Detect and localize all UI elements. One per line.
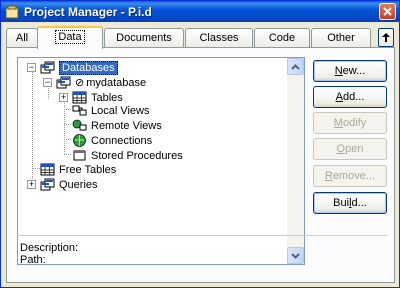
tree-node-local-views[interactable]: Local Views — [72, 103, 150, 118]
close-icon — [383, 7, 392, 16]
tree-node-stored-procedures[interactable]: Stored Procedures — [72, 148, 183, 163]
tree-scrollbar[interactable] — [287, 58, 304, 264]
tab-data[interactable]: Data — [37, 26, 103, 49]
expand-toggle[interactable]: + — [27, 180, 36, 189]
connections-label: Connections — [91, 134, 153, 147]
stored-procedures-label: Stored Procedures — [91, 149, 183, 162]
remove-button[interactable]: Remove... — [313, 165, 387, 187]
tree-node-remote-views[interactable]: Remote Views — [72, 118, 162, 133]
expand-toggle[interactable]: + — [59, 93, 68, 102]
database-closed-indicator: ⊘ — [75, 77, 85, 89]
tab-documents[interactable]: Documents — [104, 28, 184, 48]
project-tree[interactable]: − Databases − ⊘ mydatabase + Tables Loca… — [17, 57, 305, 265]
table-icon — [40, 162, 56, 177]
tab-other[interactable]: Other — [311, 28, 371, 48]
queries-label: Queries — [59, 178, 98, 191]
tab-all[interactable]: All — [6, 28, 38, 48]
mydatabase-label: mydatabase — [86, 76, 147, 89]
scroll-up-button[interactable] — [287, 58, 304, 75]
tree-node-queries[interactable]: + Queries — [27, 177, 98, 192]
data-tab-panel: − Databases − ⊘ mydatabase + Tables Loca… — [6, 47, 395, 283]
close-button[interactable] — [379, 3, 396, 20]
tab-classes[interactable]: Classes — [185, 28, 253, 48]
path-label: Path: — [20, 254, 46, 266]
tree-node-free-tables[interactable]: Free Tables — [40, 162, 116, 177]
local-views-label: Local Views — [91, 104, 150, 117]
open-button[interactable]: Open — [313, 138, 387, 160]
query-icon — [40, 177, 56, 192]
local-view-icon — [72, 103, 88, 118]
add-button[interactable]: Add... — [313, 86, 387, 108]
database-icon — [56, 75, 72, 90]
window-title: Project Manager - P.i.d — [24, 4, 152, 19]
tree-node-connections[interactable]: Connections — [72, 133, 152, 148]
description-label: Description: — [20, 242, 79, 254]
arrow-up-icon — [382, 33, 390, 42]
free-tables-label: Free Tables — [59, 163, 117, 176]
databases-icon — [40, 60, 56, 75]
project-manager-window: Project Manager - P.i.d All Data Documen… — [0, 0, 400, 288]
chevron-up-icon — [291, 63, 300, 70]
new-button[interactable]: New... — [313, 60, 387, 82]
stored-procedure-icon — [72, 148, 88, 163]
project-icon — [5, 5, 19, 19]
remote-views-label: Remote Views — [91, 119, 162, 132]
collapse-toggle[interactable]: − — [43, 78, 52, 87]
collapse-toggle[interactable]: − — [27, 63, 36, 72]
remote-view-icon — [72, 118, 88, 133]
modify-button[interactable]: Modify — [313, 112, 387, 134]
info-area: Description: Path: — [17, 235, 388, 277]
build-button[interactable]: Build... — [313, 192, 387, 214]
databases-label: Databases — [59, 60, 118, 75]
tables-label: Tables — [91, 91, 123, 104]
connection-icon — [72, 133, 88, 148]
collapse-button[interactable] — [378, 28, 394, 47]
title-bar[interactable]: Project Manager - P.i.d — [1, 1, 399, 22]
tree-node-mydatabase[interactable]: − ⊘ mydatabase — [43, 75, 146, 90]
tab-strip: All Data Documents Classes Code Other — [6, 26, 396, 49]
tab-code[interactable]: Code — [254, 28, 310, 48]
tree-node-databases[interactable]: − Databases — [27, 60, 118, 75]
